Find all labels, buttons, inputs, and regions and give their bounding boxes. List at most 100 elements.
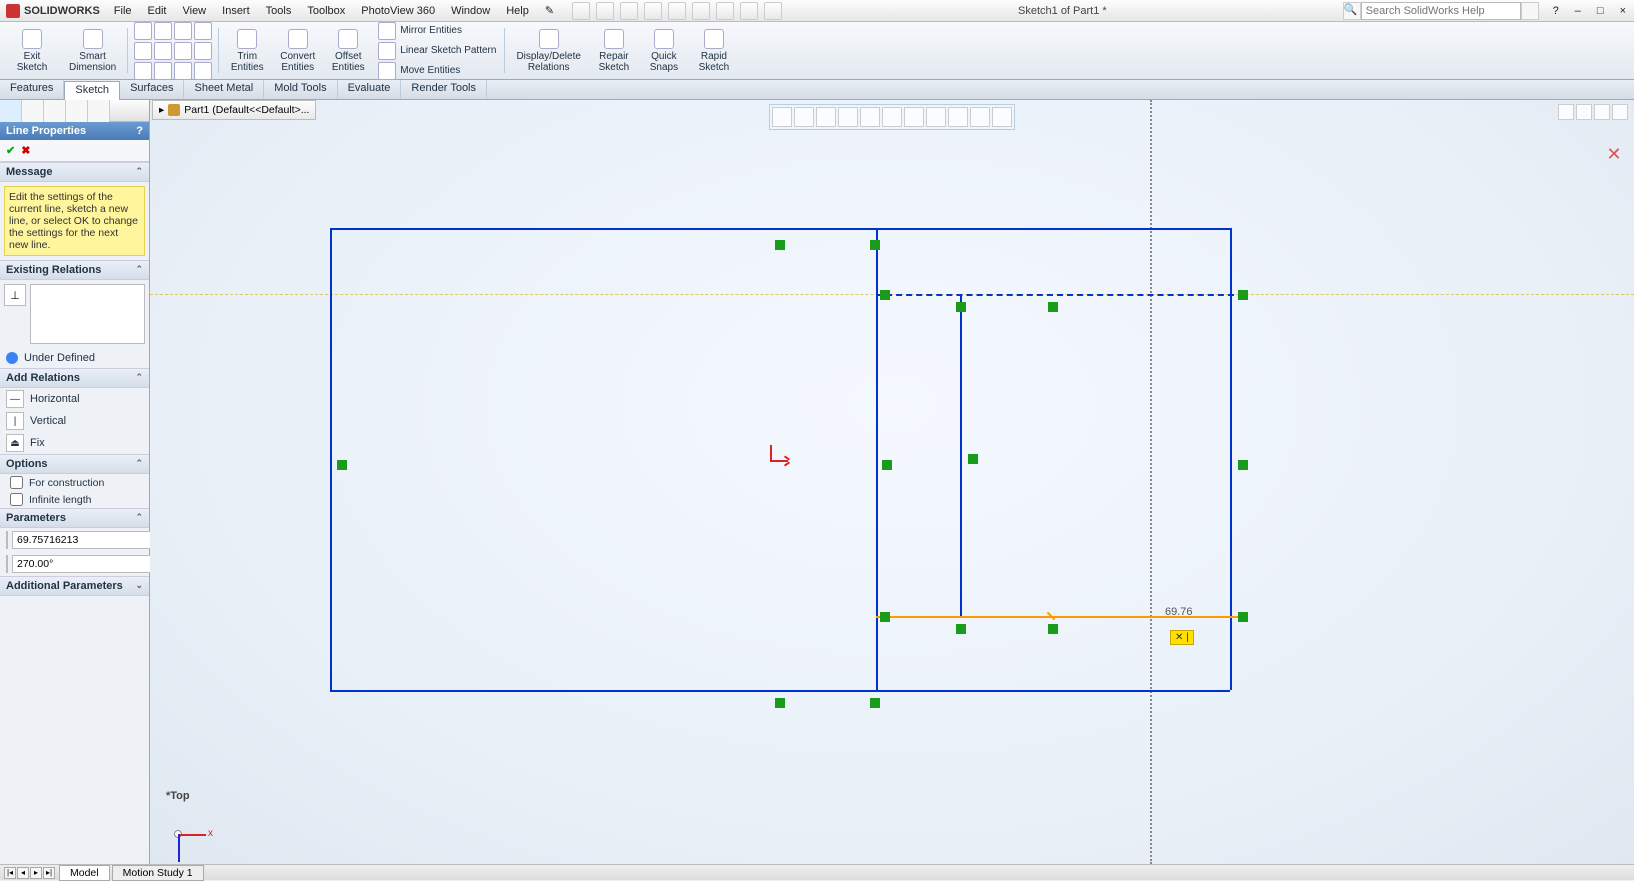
view-orientation-icon[interactable] xyxy=(860,107,880,127)
qat-redo-icon[interactable] xyxy=(692,2,710,20)
menu-toolbox[interactable]: Toolbox xyxy=(299,5,353,17)
rel-marker[interactable] xyxy=(870,240,880,250)
menu-view[interactable]: View xyxy=(174,5,214,17)
relation-horizontal[interactable]: — Horizontal xyxy=(0,388,149,410)
sk-outer-bottom[interactable] xyxy=(330,690,1230,692)
rel-marker[interactable] xyxy=(956,302,966,312)
relation-vertical[interactable]: | Vertical xyxy=(0,410,149,432)
rel-marker[interactable] xyxy=(775,240,785,250)
smart-dimension-button[interactable]: Smart Dimension xyxy=(62,24,123,77)
section-options-header[interactable]: Options ⌃ xyxy=(0,454,149,474)
menu-edit[interactable]: Edit xyxy=(140,5,175,17)
view-settings-icon[interactable] xyxy=(970,107,990,127)
tab-motion-study[interactable]: Motion Study 1 xyxy=(112,865,204,881)
angle-input[interactable] xyxy=(12,555,157,573)
section-add-header[interactable]: Add Relations ⌃ xyxy=(0,368,149,388)
tab-features[interactable]: Features xyxy=(0,80,64,99)
sk-dashed-top[interactable] xyxy=(876,294,1244,296)
rel-marker[interactable] xyxy=(968,454,978,464)
search-go-icon[interactable] xyxy=(1521,2,1539,20)
trim-entities-button[interactable]: Trim Entities xyxy=(223,24,271,77)
viewport-two-h-icon[interactable] xyxy=(1576,104,1592,120)
menu-tools[interactable]: Tools xyxy=(258,5,300,17)
property-help-icon[interactable]: ? xyxy=(136,125,143,137)
rel-marker[interactable] xyxy=(337,460,347,470)
for-construction-checkbox[interactable] xyxy=(10,476,23,489)
relations-list[interactable] xyxy=(30,284,145,344)
rel-marker[interactable] xyxy=(956,624,966,634)
linear-pattern-icon[interactable] xyxy=(378,42,396,60)
rel-marker[interactable] xyxy=(880,290,890,300)
cancel-button[interactable]: ✖ xyxy=(21,144,30,157)
rel-marker[interactable] xyxy=(880,612,890,622)
tab-rendertools[interactable]: Render Tools xyxy=(401,80,487,99)
infinite-length-checkbox[interactable] xyxy=(10,493,23,506)
configuration-manager-icon[interactable] xyxy=(44,100,66,122)
display-style-icon[interactable] xyxy=(882,107,902,127)
sk-inner-v1[interactable] xyxy=(876,228,878,690)
line-icon[interactable] xyxy=(134,22,152,40)
property-manager-icon[interactable] xyxy=(22,100,44,122)
help-dropdown-icon[interactable]: ? xyxy=(1545,5,1567,17)
convert-entities-button[interactable]: Convert Entities xyxy=(273,24,322,77)
tree-expand-icon[interactable]: ▸ xyxy=(159,104,164,116)
section-existing-header[interactable]: Existing Relations ⌃ xyxy=(0,260,149,280)
qat-new-icon[interactable] xyxy=(572,2,590,20)
edit-appearance-icon[interactable] xyxy=(926,107,946,127)
arc-icon[interactable] xyxy=(174,22,192,40)
rel-marker[interactable] xyxy=(1238,612,1248,622)
window-close-icon[interactable]: × xyxy=(1612,5,1634,17)
display-manager-icon[interactable] xyxy=(88,100,110,122)
sk-outer-left[interactable] xyxy=(330,228,332,690)
zoom-fit-icon[interactable] xyxy=(772,107,792,127)
length-input[interactable] xyxy=(12,531,157,549)
linear-label[interactable]: Linear Sketch Pattern xyxy=(400,45,496,56)
ellipse-icon[interactable] xyxy=(194,42,212,60)
tab-nav-prev-icon[interactable]: ◂ xyxy=(17,867,29,879)
mirror-icon[interactable] xyxy=(378,22,396,40)
display-delete-relations-button[interactable]: Display/Delete Relations xyxy=(509,24,587,77)
tab-surfaces[interactable]: Surfaces xyxy=(120,80,184,99)
tab-nav-first-icon[interactable]: |◂ xyxy=(4,867,16,879)
menu-photoview[interactable]: PhotoView 360 xyxy=(353,5,443,17)
rel-marker[interactable] xyxy=(1048,624,1058,634)
tab-model[interactable]: Model xyxy=(59,865,110,881)
option-for-construction[interactable]: For construction xyxy=(0,474,149,491)
rel-marker[interactable] xyxy=(882,460,892,470)
plane-icon[interactable] xyxy=(194,62,212,80)
tab-sheetmetal[interactable]: Sheet Metal xyxy=(184,80,264,99)
tab-moldtools[interactable]: Mold Tools xyxy=(264,80,337,99)
zoom-area-icon[interactable] xyxy=(794,107,814,127)
sk-inner-v2[interactable] xyxy=(960,294,962,616)
qat-rebuild-icon[interactable] xyxy=(740,2,758,20)
repair-sketch-button[interactable]: Repair Sketch xyxy=(590,24,638,77)
rel-marker[interactable] xyxy=(775,698,785,708)
qat-print-icon[interactable] xyxy=(644,2,662,20)
option-infinite-length[interactable]: Infinite length xyxy=(0,491,149,508)
offset-entities-button[interactable]: Offset Entities xyxy=(324,24,372,77)
render-tools-icon[interactable] xyxy=(992,107,1012,127)
tab-nav-last-icon[interactable]: ▸| xyxy=(43,867,55,879)
relation-fix[interactable]: ⏏ Fix xyxy=(0,432,149,454)
exit-sketch-corner-icon[interactable]: ✕ xyxy=(1604,144,1624,164)
viewport-four-icon[interactable] xyxy=(1612,104,1628,120)
window-min-icon[interactable]: – xyxy=(1567,5,1589,17)
section-parameters-header[interactable]: Parameters ⌃ xyxy=(0,508,149,528)
menu-window[interactable]: Window xyxy=(443,5,498,17)
hide-show-icon[interactable] xyxy=(904,107,924,127)
rel-marker[interactable] xyxy=(1238,460,1248,470)
sk-outer-top[interactable] xyxy=(330,228,1230,230)
rectangle-icon[interactable] xyxy=(194,22,212,40)
menu-search-icon[interactable]: ✎ xyxy=(537,4,562,17)
qat-open-icon[interactable] xyxy=(596,2,614,20)
fillet-icon[interactable] xyxy=(134,62,152,80)
move-icon[interactable] xyxy=(378,62,396,80)
apply-scene-icon[interactable] xyxy=(948,107,968,127)
polygon-icon[interactable] xyxy=(154,42,172,60)
search-input[interactable] xyxy=(1361,2,1521,20)
qat-save-icon[interactable] xyxy=(620,2,638,20)
rel-marker[interactable] xyxy=(1048,302,1058,312)
rel-marker[interactable] xyxy=(1238,290,1248,300)
point-icon[interactable] xyxy=(154,62,172,80)
tab-sketch[interactable]: Sketch xyxy=(64,81,120,100)
